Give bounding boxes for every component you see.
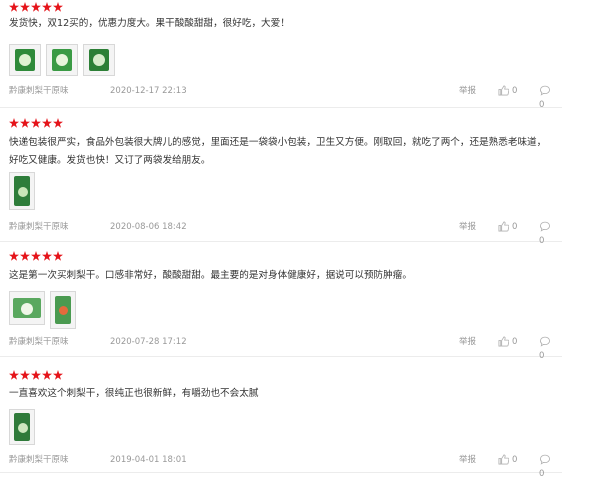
star-icon: [9, 2, 19, 12]
star-icon: [53, 2, 63, 12]
review-text: 发货快，双12买的，优惠力度大。果干酸酸甜甜，很好吃，大爱！: [9, 18, 290, 29]
star-icon: [9, 251, 19, 261]
review-text: 这是第一次买刺梨干。口感非常好，酸酸甜甜。最主要的是对身体健康好，据说可以预防肿…: [9, 270, 412, 281]
product-variant: 黔康刺梨干原味: [9, 337, 69, 347]
star-icon: [42, 370, 52, 380]
star-icon: [42, 251, 52, 261]
review-images: [9, 291, 76, 329]
like-count: 0: [512, 455, 518, 465]
review-meta: 黔康刺梨干原味 2019-04-01 18:01 举报 0 0: [9, 453, 554, 479]
like-button[interactable]: 0: [498, 220, 517, 234]
thumbs-up-icon: [498, 336, 509, 347]
comment-icon: [540, 85, 550, 96]
rating-stars: [9, 370, 63, 380]
star-icon: [31, 370, 41, 380]
comment-icon: [540, 336, 550, 347]
star-icon: [20, 2, 30, 12]
thumbs-up-icon: [498, 454, 509, 465]
review-item: 快递包装很严实，食品外包装很大牌儿的感觉，里面还是一袋袋小包装，卫生又方便。刚取…: [0, 118, 562, 246]
comment-icon: [540, 221, 550, 232]
review-image-thumbnail[interactable]: [9, 172, 35, 210]
reply-count: 0: [539, 100, 545, 110]
star-icon: [42, 2, 52, 12]
like-button[interactable]: 0: [498, 453, 517, 467]
review-date: 2019-04-01 18:01: [110, 455, 187, 465]
review-image-thumbnail[interactable]: [9, 44, 41, 76]
product-variant: 黔康刺梨干原味: [9, 222, 69, 232]
star-icon: [20, 370, 30, 380]
thumbs-up-icon: [498, 221, 509, 232]
review-image-thumbnail[interactable]: [9, 409, 35, 445]
review-item: 这是第一次买刺梨干。口感非常好，酸酸甜甜。最主要的是对身体健康好，据说可以预防肿…: [0, 251, 562, 361]
reply-button[interactable]: 0: [539, 220, 554, 248]
star-icon: [20, 251, 30, 261]
review-images: [9, 172, 35, 210]
review-meta: 黔康刺梨干原味 2020-08-06 18:42 举报 0 0: [9, 220, 554, 246]
review-item: 一直喜欢这个刺梨干，很纯正也很新鲜，有嚼劲也不会太腻 黔康刺梨干原味 2019-…: [0, 370, 562, 479]
like-count: 0: [512, 222, 518, 232]
star-icon: [9, 118, 19, 128]
thumbs-up-icon: [498, 85, 509, 96]
review-meta: 黔康刺梨干原味 2020-07-28 17:12 举报 0 0: [9, 335, 554, 361]
like-count: 0: [512, 337, 518, 347]
star-icon: [53, 251, 63, 261]
star-icon: [31, 118, 41, 128]
review-item: 发货快，双12买的，优惠力度大。果干酸酸甜甜，很好吃，大爱！ 黔康刺梨干原味 2…: [0, 2, 562, 110]
reply-count: 0: [539, 351, 545, 361]
report-link[interactable]: 举报: [459, 220, 476, 234]
reply-count: 0: [539, 236, 545, 246]
like-button[interactable]: 0: [498, 335, 517, 349]
review-text: 快递包装很严实，食品外包装很大牌儿的感觉，里面还是一袋袋小包装，卫生又方便。刚取…: [9, 137, 547, 166]
report-link[interactable]: 举报: [459, 84, 476, 98]
review-image-thumbnail[interactable]: [83, 44, 115, 76]
product-variant: 黔康刺梨干原味: [9, 86, 69, 96]
star-icon: [20, 118, 30, 128]
star-icon: [31, 251, 41, 261]
report-link[interactable]: 举报: [459, 335, 476, 349]
review-image-thumbnail[interactable]: [46, 44, 78, 76]
review-date: 2020-12-17 22:13: [110, 86, 187, 96]
like-button[interactable]: 0: [498, 84, 517, 98]
star-icon: [53, 118, 63, 128]
review-meta: 黔康刺梨干原味 2020-12-17 22:13 举报 0 0: [9, 84, 554, 110]
rating-stars: [9, 251, 63, 261]
review-images: [9, 44, 115, 76]
rating-stars: [9, 2, 63, 12]
review-images: [9, 409, 35, 445]
report-link[interactable]: 举报: [459, 453, 476, 467]
product-variant: 黔康刺梨干原味: [9, 455, 69, 465]
star-icon: [9, 370, 19, 380]
reply-button[interactable]: 0: [539, 84, 554, 112]
star-icon: [42, 118, 52, 128]
reply-count: 0: [539, 469, 545, 479]
rating-stars: [9, 118, 63, 128]
star-icon: [31, 2, 41, 12]
review-text: 一直喜欢这个刺梨干，很纯正也很新鲜，有嚼劲也不会太腻: [9, 388, 259, 399]
review-date: 2020-07-28 17:12: [110, 337, 187, 347]
review-image-thumbnail[interactable]: [9, 291, 45, 325]
reply-button[interactable]: 0: [539, 335, 554, 363]
like-count: 0: [512, 86, 518, 96]
star-icon: [53, 370, 63, 380]
review-image-thumbnail[interactable]: [50, 291, 76, 329]
review-date: 2020-08-06 18:42: [110, 222, 187, 232]
reply-button[interactable]: 0: [539, 453, 554, 481]
comment-icon: [540, 454, 550, 465]
